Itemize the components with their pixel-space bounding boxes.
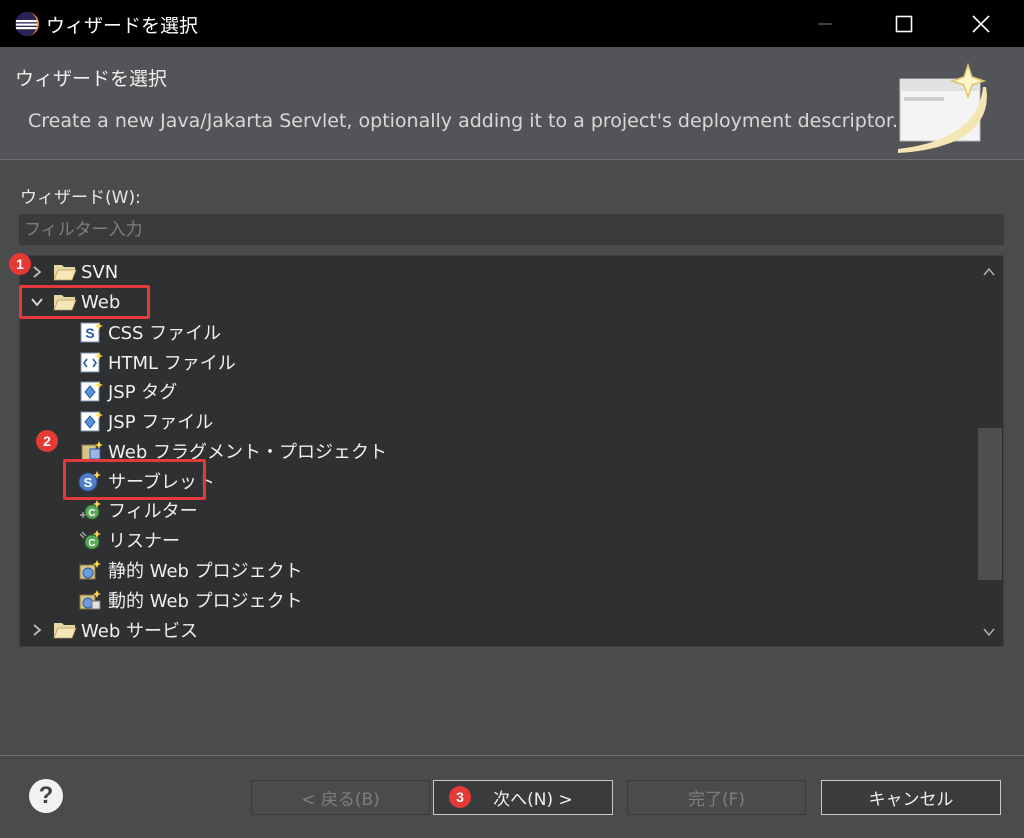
folder-open-icon [53, 265, 77, 281]
folder-open-icon [53, 623, 77, 639]
title-bar: ウィザードを選択 [0, 0, 1024, 47]
tree-item-jsp-file[interactable]: JSP ファイル [20, 406, 970, 436]
tree-item-label: CSS ファイル [108, 323, 222, 344]
svg-text:S: S [85, 325, 94, 341]
tree-item-label: HTML ファイル [108, 353, 236, 374]
step-badge-3: 3 [449, 786, 471, 808]
scroll-up-button[interactable] [976, 262, 1002, 282]
close-button[interactable] [951, 0, 1011, 47]
tree-item-label: Web サービス [81, 621, 198, 642]
step-badge-1: 1 [9, 253, 31, 275]
svg-text:C: C [88, 508, 95, 519]
tree-item-listener[interactable]: C リスナー [20, 525, 970, 555]
back-button[interactable]: < 戻る(B) [251, 780, 430, 815]
wizard-banner-icon [898, 62, 987, 153]
filter-input[interactable] [19, 214, 1004, 245]
window-title: ウィザードを選択 [46, 15, 199, 37]
minimize-button[interactable] [795, 0, 855, 47]
tree-item-dynamic-web-project[interactable]: 動的 Web プロジェクト [20, 585, 970, 615]
header-description: Create a new Java/Jakarta Servlet, optio… [28, 110, 899, 132]
svg-text:C: C [88, 538, 95, 549]
header-title: ウィザードを選択 [15, 68, 168, 90]
maximize-icon [895, 15, 913, 32]
chevron-right-icon [33, 266, 42, 278]
tree-item-web[interactable]: Web [20, 287, 970, 317]
jsp-tag-icon [80, 381, 103, 402]
tree-item-label: フィルター [108, 501, 198, 522]
wizard-label: ウィザード(W): [20, 188, 141, 208]
scroll-thumb[interactable] [978, 428, 1002, 580]
step-badge-2: 2 [36, 430, 58, 452]
servlet-highlight-box [63, 459, 206, 500]
footer-separator [0, 755, 1024, 756]
jsp-file-icon [80, 411, 103, 432]
filter-icon: C [80, 500, 101, 520]
wizard-tree: SVN Web S CSS ファイル HTML ファイル JSP タグ JSP … [19, 255, 1004, 647]
cancel-button[interactable]: キャンセル [821, 780, 1001, 815]
tree-item-jsp-tag[interactable]: JSP タグ [20, 376, 970, 406]
finish-button[interactable]: 完了(F) [627, 780, 806, 815]
maximize-button[interactable] [874, 0, 934, 47]
tree-item-label: JSP ファイル [108, 412, 214, 433]
tree-item-svn[interactable]: SVN [20, 257, 970, 287]
html-file-icon [80, 352, 103, 373]
web-highlight-box [19, 285, 150, 319]
wizard-header: ウィザードを選択 Create a new Java/Jakarta Servl… [0, 47, 1024, 160]
chevron-down-icon [983, 628, 995, 637]
static-web-project-icon [79, 560, 101, 580]
tree-item-label: 静的 Web プロジェクト [108, 561, 303, 582]
tree-item-label: JSP タグ [108, 382, 178, 403]
help-icon[interactable]: ? [29, 779, 63, 813]
tree-item-label: SVN [81, 261, 119, 283]
chevron-right-icon [33, 624, 42, 636]
scroll-down-button[interactable] [976, 622, 1002, 642]
tree-item-css-file[interactable]: S CSS ファイル [20, 317, 970, 347]
chevron-up-icon [983, 267, 995, 276]
tree-scrollbar[interactable] [976, 258, 1002, 644]
tree-item-static-web-project[interactable]: 静的 Web プロジェクト [20, 555, 970, 585]
minimize-icon [818, 22, 832, 25]
tree-item-label: 動的 Web プロジェクト [108, 591, 303, 612]
eclipse-icon [15, 12, 39, 36]
tree-item-label: リスナー [108, 531, 180, 552]
dynamic-web-project-icon [79, 590, 101, 610]
listener-icon: C [79, 530, 101, 550]
tree-item-html-file[interactable]: HTML ファイル [20, 347, 970, 377]
css-file-icon: S [80, 322, 103, 343]
close-icon [972, 14, 990, 33]
tree-item-web-services[interactable]: Web サービス [20, 615, 970, 645]
